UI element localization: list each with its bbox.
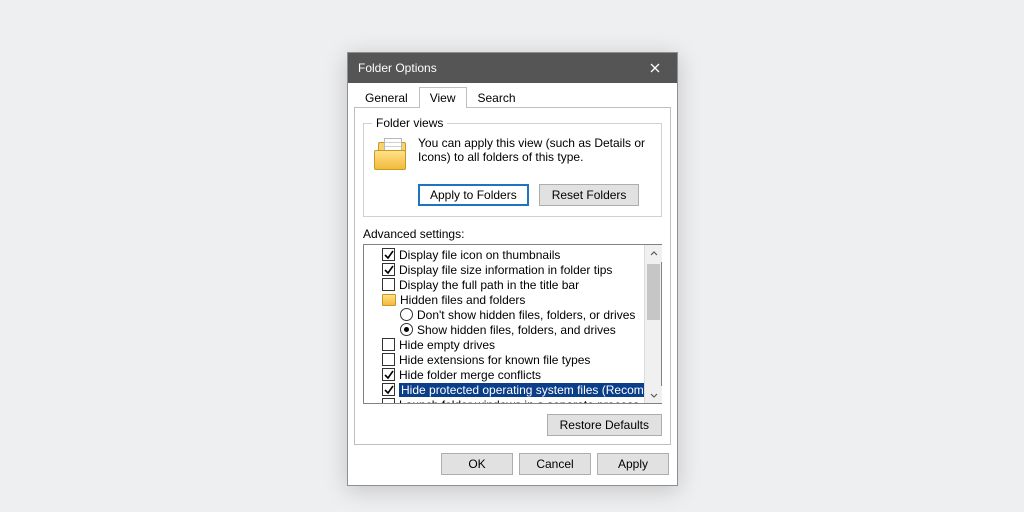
tree-item[interactable]: Show hidden files, folders, and drives (364, 322, 644, 337)
folder-views-icon (374, 138, 412, 176)
tab-strip: General View Search (348, 83, 677, 107)
tree-item[interactable]: Hide empty drives (364, 337, 644, 352)
tree-item-label: Launch folder windows in a separate proc… (399, 398, 639, 404)
tree-item-label: Display file size information in folder … (399, 263, 612, 277)
close-icon (650, 63, 660, 73)
radio[interactable] (400, 323, 413, 336)
tree-item-label: Hide extensions for known file types (399, 353, 590, 367)
restore-defaults-button[interactable]: Restore Defaults (547, 414, 662, 436)
checkbox[interactable] (382, 278, 395, 291)
tree-item-label: Display file icon on thumbnails (399, 248, 560, 262)
tree-item-label: Don't show hidden files, folders, or dri… (417, 308, 635, 322)
scrollbar[interactable] (644, 245, 661, 403)
apply-to-folders-button[interactable]: Apply to Folders (418, 184, 529, 206)
tree-item[interactable]: Hide extensions for known file types (364, 352, 644, 367)
ok-button[interactable]: OK (441, 453, 513, 475)
tree-item[interactable]: Don't show hidden files, folders, or dri… (364, 307, 644, 322)
close-button[interactable] (633, 53, 677, 83)
tree-item[interactable]: Hide protected operating system files (R… (364, 382, 644, 397)
tree-item-label: Display the full path in the title bar (399, 278, 579, 292)
tree-item-label: Hide empty drives (399, 338, 495, 352)
cancel-button[interactable]: Cancel (519, 453, 591, 475)
tree-item[interactable]: Launch folder windows in a separate proc… (364, 397, 644, 403)
folder-views-description: You can apply this view (such as Details… (418, 136, 653, 176)
tab-search[interactable]: Search (467, 87, 527, 108)
tree-item[interactable]: Hide folder merge conflicts (364, 367, 644, 382)
chevron-up-icon (650, 250, 658, 258)
scroll-up-button[interactable] (645, 245, 662, 262)
tab-general[interactable]: General (354, 87, 419, 108)
dialog-title: Folder Options (358, 61, 633, 75)
dialog-button-row: OK Cancel Apply (348, 445, 677, 485)
chevron-down-icon (650, 391, 658, 399)
titlebar[interactable]: Folder Options (348, 53, 677, 83)
radio[interactable] (400, 308, 413, 321)
apply-button[interactable]: Apply (597, 453, 669, 475)
checkbox[interactable] (382, 398, 395, 403)
folder-views-legend: Folder views (372, 116, 447, 130)
tree-item-label: Hide protected operating system files (R… (399, 383, 644, 397)
tree-item-label: Hide folder merge conflicts (399, 368, 541, 382)
tree-item[interactable]: Display file size information in folder … (364, 262, 644, 277)
reset-folders-button[interactable]: Reset Folders (539, 184, 640, 206)
tree-item-label: Show hidden files, folders, and drives (417, 323, 616, 337)
checkbox[interactable] (382, 248, 395, 261)
checkbox[interactable] (382, 263, 395, 276)
tree-item[interactable]: Hidden files and folders (364, 292, 644, 307)
scroll-thumb[interactable] (647, 264, 660, 320)
folder-views-group: Folder views You can apply this view (su… (363, 116, 662, 217)
advanced-settings-label: Advanced settings: (363, 227, 662, 241)
checkbox[interactable] (382, 353, 395, 366)
tree-item[interactable]: Display the full path in the title bar (364, 277, 644, 292)
checkbox[interactable] (382, 383, 395, 396)
tab-panel-view: Folder views You can apply this view (su… (354, 107, 671, 445)
folder-options-dialog: Folder Options General View Search Folde… (347, 52, 678, 486)
advanced-settings-tree[interactable]: Display file icon on thumbnailsDisplay f… (363, 244, 662, 404)
tab-view[interactable]: View (419, 87, 467, 108)
tree-item-label: Hidden files and folders (400, 293, 525, 307)
checkbox[interactable] (382, 368, 395, 381)
checkbox[interactable] (382, 338, 395, 351)
tree-item[interactable]: Display file icon on thumbnails (364, 247, 644, 262)
folder-icon (382, 294, 396, 306)
scroll-down-button[interactable] (645, 386, 662, 403)
